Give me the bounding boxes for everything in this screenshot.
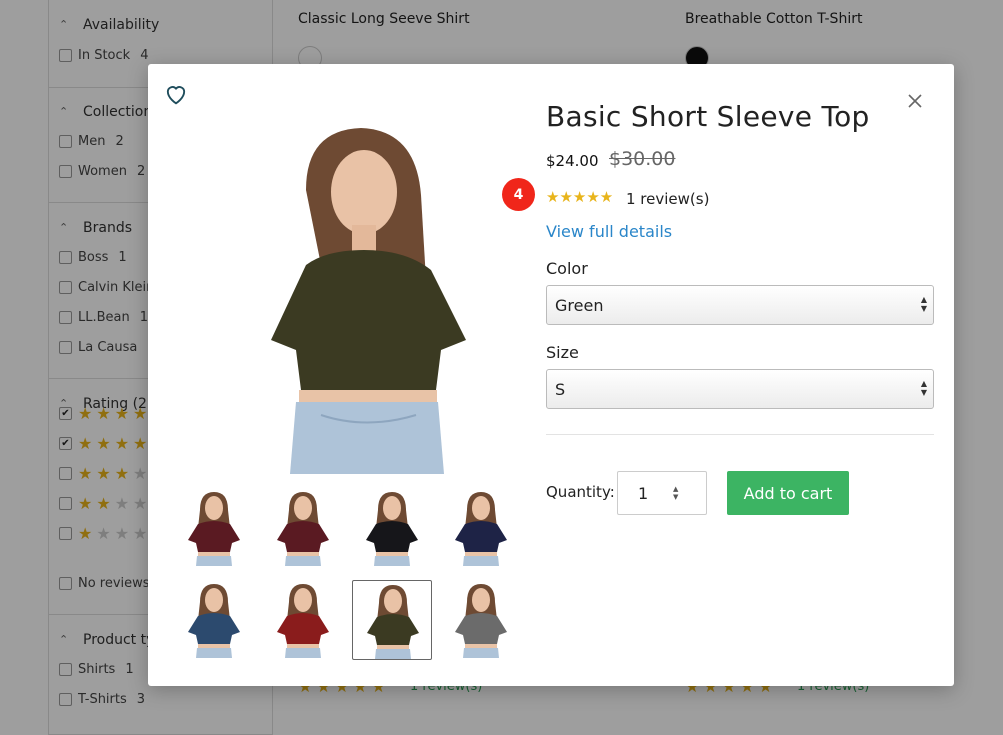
product-thumbnail[interactable] xyxy=(352,580,432,660)
color-label: Color xyxy=(546,259,588,278)
select-arrows-icon: ▲ ▼ xyxy=(920,295,927,313)
step-badge: 4 xyxy=(502,178,535,211)
divider xyxy=(546,434,934,435)
product-thumbnail[interactable] xyxy=(174,488,254,568)
select-value: S xyxy=(555,379,566,399)
quick-view-modal: Basic Short Sleeve Top $24.00 $30.00 4 ★… xyxy=(148,64,954,686)
product-thumbnail[interactable] xyxy=(352,488,432,568)
review-count-link[interactable]: 1 review(s) xyxy=(626,190,709,208)
select-value: Green xyxy=(555,295,604,315)
heart-icon[interactable] xyxy=(162,80,190,108)
add-to-cart-button[interactable]: Add to cart xyxy=(727,471,849,515)
spinner-arrows-icon[interactable]: ▲ ▼ xyxy=(673,485,678,501)
product-main-image[interactable] xyxy=(266,100,466,474)
close-icon[interactable] xyxy=(904,90,926,112)
quantity-label: Quantity: xyxy=(546,483,615,501)
view-full-details-link[interactable]: View full details xyxy=(546,222,672,241)
quantity-value: 1 xyxy=(638,483,649,503)
select-arrows-icon: ▲ ▼ xyxy=(920,379,927,397)
product-thumbnail[interactable] xyxy=(263,488,343,568)
size-select[interactable]: S ▲ ▼ xyxy=(546,369,934,409)
quantity-stepper[interactable]: 1 ▲ ▼ xyxy=(617,471,707,515)
product-thumbnail[interactable] xyxy=(263,580,343,660)
size-label: Size xyxy=(546,343,579,362)
product-thumbnail[interactable] xyxy=(441,488,521,568)
product-thumbnail[interactable] xyxy=(174,580,254,660)
rating-stars: ★★★★★ xyxy=(546,188,614,206)
color-select[interactable]: Green ▲ ▼ xyxy=(546,285,934,325)
product-thumbnail[interactable] xyxy=(441,580,521,660)
product-title: Basic Short Sleeve Top xyxy=(546,100,870,133)
compare-at-price: $30.00 xyxy=(609,148,676,170)
product-price: $24.00 xyxy=(546,152,599,170)
